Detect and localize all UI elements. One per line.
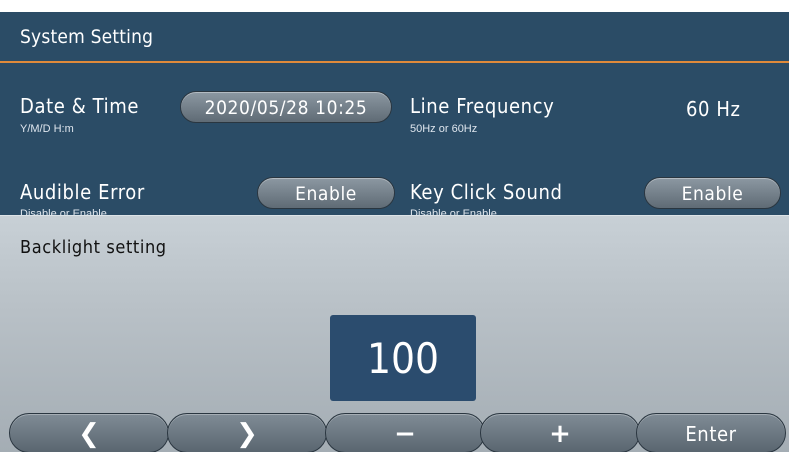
minus-button[interactable]: − (325, 413, 485, 452)
right-button[interactable]: ❯ (167, 413, 327, 452)
chevron-left-icon: ❮ (78, 419, 100, 449)
backlight-dialog-title: Backlight setting (20, 237, 167, 258)
plus-button[interactable]: + (480, 413, 640, 452)
left-button[interactable]: ❮ (9, 413, 169, 452)
audible-error-label: Audible Error (20, 180, 145, 204)
screen: System Setting Date & Time Y/M/D H:m 202… (0, 0, 790, 452)
enter-button[interactable]: Enter (636, 413, 786, 452)
backlight-value: 100 (366, 334, 440, 383)
audible-error-button[interactable]: Enable (257, 177, 395, 209)
line-frequency-value[interactable]: 60 Hz (686, 97, 741, 121)
minus-icon: − (394, 419, 416, 449)
date-time-button[interactable]: 2020/05/28 10:25 (180, 91, 392, 123)
line-frequency-hint: 50Hz or 60Hz (410, 123, 478, 135)
enter-button-label: Enter (685, 422, 737, 446)
system-setting-title: System Setting (20, 26, 154, 48)
line-frequency-label: Line Frequency (410, 94, 555, 118)
chevron-right-icon: ❯ (236, 419, 258, 449)
plus-icon: + (549, 419, 571, 449)
key-click-sound-label: Key Click Sound (410, 180, 563, 204)
date-time-label: Date & Time (20, 94, 140, 118)
date-time-hint: Y/M/D H:m (20, 123, 74, 135)
key-click-sound-button[interactable]: Enable (644, 177, 781, 209)
